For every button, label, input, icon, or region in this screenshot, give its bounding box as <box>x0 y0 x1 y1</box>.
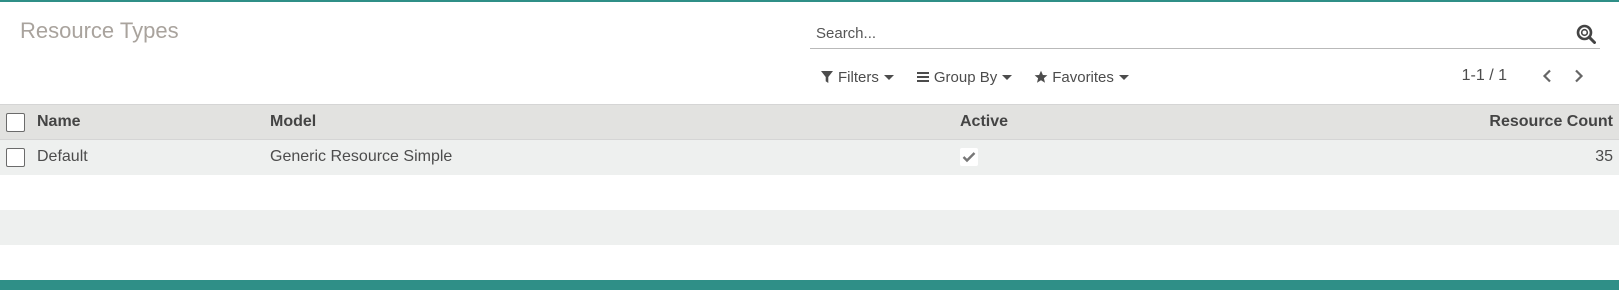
bottom-accent-bar <box>0 280 1619 290</box>
row-select-cell <box>0 139 37 175</box>
pager-value[interactable]: 1-1 / 1 <box>1462 67 1507 85</box>
empty-row <box>0 244 1619 280</box>
list-icon <box>916 70 930 84</box>
chevron-right-icon <box>1575 69 1584 83</box>
empty-row <box>0 209 1619 245</box>
empty-row <box>0 174 1619 210</box>
row-checkbox[interactable] <box>6 147 25 167</box>
pager-previous-button[interactable] <box>1537 65 1557 87</box>
select-all-checkbox[interactable] <box>6 112 25 132</box>
search-box <box>810 18 1600 49</box>
cell-model[interactable]: Generic Resource Simple <box>270 139 960 175</box>
chevron-down-icon <box>883 74 894 80</box>
cell-active <box>960 139 1360 175</box>
chevron-down-icon <box>1002 74 1013 80</box>
pager: 1-1 / 1 <box>1462 65 1589 87</box>
chevron-left-icon <box>1542 69 1551 83</box>
cell-resource-count[interactable]: 35 <box>1360 139 1619 175</box>
search-options-bar: Filters Group By Favorites <box>820 66 1151 88</box>
page-title: Resource Types <box>20 18 179 43</box>
filters-label: Filters <box>838 68 879 86</box>
favorites-label: Favorites <box>1052 68 1114 86</box>
table-header-row: Name Model Active Resource Count <box>0 104 1619 140</box>
search-icon[interactable] <box>1576 24 1596 44</box>
column-header-name[interactable]: Name <box>37 104 270 140</box>
cell-name[interactable]: Default <box>37 139 270 175</box>
filters-button[interactable]: Filters <box>820 69 894 86</box>
favorites-button[interactable]: Favorites <box>1034 69 1129 86</box>
group-by-label: Group By <box>933 68 998 86</box>
column-header-model[interactable]: Model <box>270 104 960 140</box>
column-header-resource-count[interactable]: Resource Count <box>1360 104 1619 140</box>
filter-icon <box>820 70 834 84</box>
column-header-active[interactable]: Active <box>960 104 1360 140</box>
group-by-button[interactable]: Group By <box>916 68 1013 86</box>
pager-next-button[interactable] <box>1569 65 1589 87</box>
checkmark-icon <box>962 152 976 163</box>
active-checkbox <box>960 148 978 167</box>
control-panel: Resource Types Filters <box>0 2 1619 104</box>
table-row[interactable]: Default Generic Resource Simple 35 <box>0 139 1619 175</box>
select-all-cell <box>0 104 37 140</box>
star-icon <box>1034 70 1048 84</box>
search-input[interactable] <box>816 20 1536 46</box>
chevron-down-icon <box>1118 74 1129 80</box>
resource-types-table: Name Model Active Resource Count Default… <box>0 104 1619 280</box>
